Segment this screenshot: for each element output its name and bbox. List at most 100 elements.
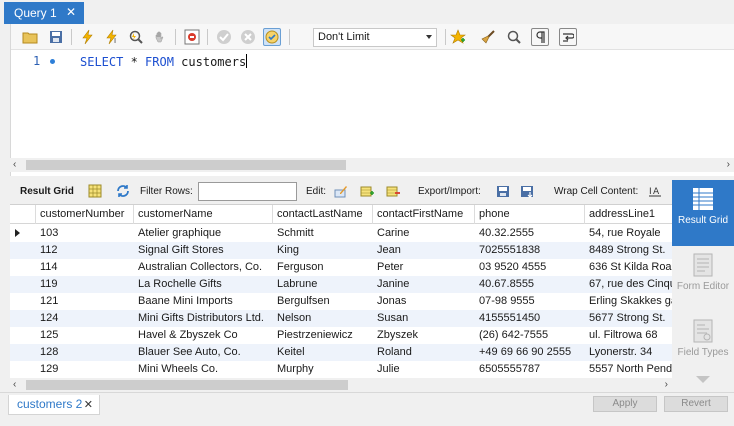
cell-contactfirstname[interactable]: Zbyszek (373, 327, 475, 344)
find-magnifier-icon[interactable] (505, 28, 523, 46)
cell-customername[interactable]: Mini Wheels Co. (134, 361, 273, 378)
query-tab[interactable]: Query 1 ✕ (4, 2, 84, 24)
close-result-tab-icon[interactable]: ✕ (84, 398, 93, 411)
cell-contactfirstname[interactable]: Julie (373, 361, 475, 378)
scroll-right-icon[interactable]: › (727, 159, 730, 170)
apply-button[interactable]: Apply (593, 396, 657, 412)
cell-contactlastname[interactable]: Murphy (273, 361, 373, 378)
cell-contactfirstname[interactable]: Carine (373, 225, 475, 242)
cell-addressline1[interactable]: Lyonerstr. 34 (585, 344, 672, 361)
cell-addressline1[interactable]: 8489 Strong St. (585, 242, 672, 259)
cell-customername[interactable]: Mini Gifts Distributors Ltd. (134, 310, 273, 327)
limit-rows-select[interactable]: Don't Limit (313, 28, 437, 47)
cell-customername[interactable]: Australian Collectors, Co. (134, 259, 273, 276)
cell-contactfirstname[interactable]: Peter (373, 259, 475, 276)
cell-contactfirstname[interactable]: Susan (373, 310, 475, 327)
cell-addressline1[interactable]: ul. Filtrowa 68 (585, 327, 672, 344)
column-header-phone[interactable]: phone (475, 205, 585, 224)
edit-row-icon[interactable] (334, 184, 348, 198)
cell-contactfirstname[interactable]: Roland (373, 344, 475, 361)
cell-phone[interactable]: 07-98 9555 (475, 293, 585, 310)
invisible-chars-icon[interactable] (531, 28, 549, 46)
grid-horizontal-scrollbar[interactable]: ‹ › (10, 378, 672, 392)
cell-customernumber[interactable]: 124 (36, 310, 134, 327)
filter-rows-input[interactable] (198, 182, 297, 201)
cell-phone[interactable]: 4155551450 (475, 310, 585, 327)
explain-icon[interactable] (127, 28, 145, 46)
column-header-customername[interactable]: customerName (134, 205, 273, 224)
import-icon[interactable] (520, 184, 534, 198)
cell-customername[interactable]: Atelier graphique (134, 225, 273, 242)
add-snippet-star-icon[interactable] (449, 28, 467, 46)
table-row[interactable]: 121 Baane Mini Imports Bergulfsen Jonas 07-9… (10, 293, 672, 310)
cell-customername[interactable]: Havel & Zbyszek Co (134, 327, 273, 344)
cell-customernumber[interactable]: 103 (36, 225, 134, 242)
table-row[interactable]: 112 Signal Gift Stores King Jean 7025551838 8… (10, 242, 672, 259)
cell-addressline1[interactable]: 636 St Kilda Road (585, 259, 672, 276)
table-row[interactable]: 128 Blauer See Auto, Co. Keitel Roland +49 6… (10, 344, 672, 361)
cell-contactlastname[interactable]: Piestrzeniewicz (273, 327, 373, 344)
cell-phone[interactable]: 03 9520 4555 (475, 259, 585, 276)
column-header-contactlastname[interactable]: contactLastName (273, 205, 373, 224)
cell-customername[interactable]: La Rochelle Gifts (134, 276, 273, 293)
cell-contactfirstname[interactable]: Jonas (373, 293, 475, 310)
cell-addressline1[interactable]: Erling Skakkes gat (585, 293, 672, 310)
result-tab-customers-2[interactable]: customers 2 ✕ (8, 395, 100, 415)
execute-icon[interactable] (79, 28, 97, 46)
column-header-contactfirstname[interactable]: contactFirstName (373, 205, 475, 224)
field-types-view-button[interactable]: Field Types (672, 312, 734, 378)
execute-current-icon[interactable]: I (103, 28, 121, 46)
cell-addressline1[interactable]: 5677 Strong St. (585, 310, 672, 327)
cell-contactlastname[interactable]: King (273, 242, 373, 259)
cell-contactfirstname[interactable]: Janine (373, 276, 475, 293)
cell-customername[interactable]: Signal Gift Stores (134, 242, 273, 259)
cell-customernumber[interactable]: 119 (36, 276, 134, 293)
column-header-addressline1[interactable]: addressLine1 (585, 205, 672, 224)
autocommit-icon[interactable] (263, 28, 281, 46)
scroll-right-icon[interactable]: › (665, 379, 668, 390)
close-tab-icon[interactable]: ✕ (66, 5, 76, 19)
form-editor-view-button[interactable]: Form Editor (672, 246, 734, 312)
cell-customernumber[interactable]: 128 (36, 344, 134, 361)
sql-line-1[interactable]: 1 SELECT * FROM customers (11, 54, 734, 70)
refresh-icon[interactable] (116, 184, 130, 198)
cell-phone[interactable]: 40.32.2555 (475, 225, 585, 242)
grid-toggle-icon[interactable] (88, 184, 102, 198)
cell-customername[interactable]: Baane Mini Imports (134, 293, 273, 310)
scrollbar-thumb[interactable] (26, 380, 348, 390)
cell-customernumber[interactable]: 129 (36, 361, 134, 378)
wrap-cell-toggle-icon[interactable]: IA (648, 184, 662, 198)
table-row[interactable]: 125 Havel & Zbyszek Co Piestrzeniewicz Zbys… (10, 327, 672, 344)
cell-phone[interactable]: 6505555787 (475, 361, 585, 378)
cell-addressline1[interactable]: 67, rue des Cinqua (585, 276, 672, 293)
scroll-left-icon[interactable]: ‹ (13, 159, 16, 170)
table-row[interactable]: 119 La Rochelle Gifts Labrune Janine 40.67.8… (10, 276, 672, 293)
sql-code[interactable]: SELECT * FROM customers (80, 54, 248, 69)
cell-addressline1[interactable]: 54, rue Royale (585, 225, 672, 242)
cell-customername[interactable]: Blauer See Auto, Co. (134, 344, 273, 361)
scrollbar-thumb[interactable] (26, 160, 346, 170)
export-icon[interactable] (496, 184, 510, 198)
cell-phone[interactable]: +49 69 66 90 2555 (475, 344, 585, 361)
column-header-customernumber[interactable]: customerNumber (36, 205, 134, 224)
cell-contactlastname[interactable]: Bergulfsen (273, 293, 373, 310)
result-grid[interactable]: customerNumber customerName contactLastN… (10, 204, 672, 378)
cell-phone[interactable]: (26) 642-7555 (475, 327, 585, 344)
cell-phone[interactable]: 7025551838 (475, 242, 585, 259)
cell-customernumber[interactable]: 121 (36, 293, 134, 310)
result-grid-view-button[interactable]: Result Grid (672, 180, 734, 246)
revert-button[interactable]: Revert (664, 396, 728, 412)
cell-contactfirstname[interactable]: Jean (373, 242, 475, 259)
table-row[interactable]: 124 Mini Gifts Distributors Ltd. Nelson Sus… (10, 310, 672, 327)
cell-addressline1[interactable]: 5557 North Penda (585, 361, 672, 378)
insert-row-icon[interactable] (360, 184, 374, 198)
cell-contactlastname[interactable]: Keitel (273, 344, 373, 361)
scroll-left-icon[interactable]: ‹ (13, 379, 16, 390)
cell-contactlastname[interactable]: Schmitt (273, 225, 373, 242)
save-icon[interactable] (47, 28, 65, 46)
cell-customernumber[interactable]: 112 (36, 242, 134, 259)
cell-customernumber[interactable]: 125 (36, 327, 134, 344)
editor-horizontal-scrollbar[interactable]: ‹ › (10, 158, 734, 172)
cell-contactlastname[interactable]: Labrune (273, 276, 373, 293)
cell-phone[interactable]: 40.67.8555 (475, 276, 585, 293)
